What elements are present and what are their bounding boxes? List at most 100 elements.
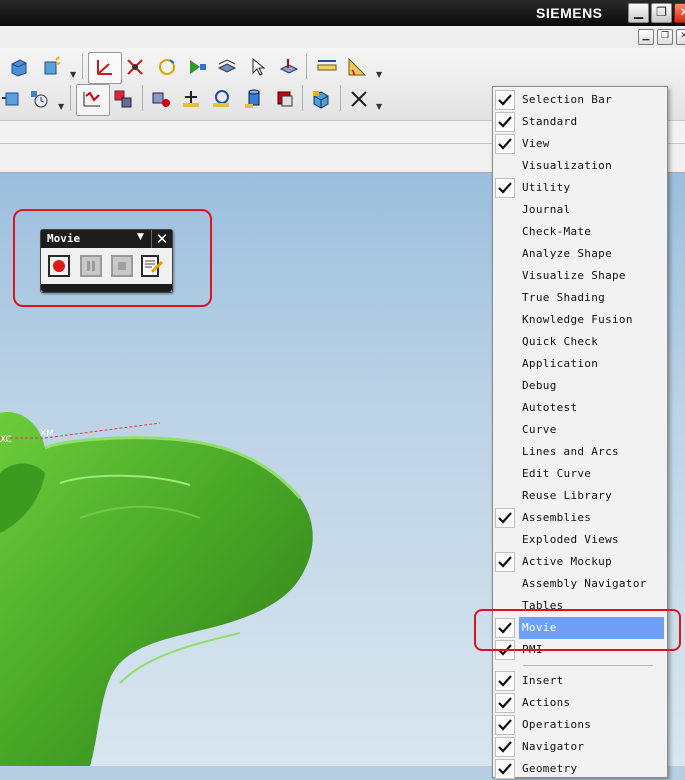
minimize-button[interactable]: ▁ bbox=[628, 3, 649, 23]
measure-distance-icon[interactable] bbox=[316, 56, 338, 78]
menu-item-label: Operations bbox=[522, 718, 592, 731]
checkmark-icon[interactable] bbox=[495, 134, 515, 154]
checkmark-icon[interactable] bbox=[495, 737, 515, 757]
checkmark-icon[interactable] bbox=[495, 715, 515, 735]
menu-item-label: Visualize Shape bbox=[522, 269, 626, 282]
checkmark-icon[interactable] bbox=[495, 759, 515, 779]
add-point-icon[interactable] bbox=[180, 88, 202, 110]
menu-item-visualization[interactable]: Visualization bbox=[493, 155, 665, 177]
menu-item-operations[interactable]: Operations bbox=[493, 714, 665, 736]
doc-restore-button[interactable]: ❐ bbox=[657, 29, 673, 45]
measure-angle-icon[interactable] bbox=[346, 56, 368, 78]
cylinder-icon[interactable] bbox=[242, 88, 264, 110]
title-bar: SIEMENS ▁ ❐ ✕ bbox=[0, 0, 685, 26]
menu-item-label: View bbox=[522, 137, 550, 150]
close-button[interactable]: ✕ bbox=[674, 3, 685, 23]
toolbars-context-menu[interactable]: Selection Bar Standard View Visualization Ut… bbox=[492, 86, 668, 780]
checkmark-icon[interactable] bbox=[495, 508, 515, 528]
menu-item-knowledge-fusion[interactable]: Knowledge Fusion bbox=[493, 309, 665, 331]
menu-item-exploded-views[interactable]: Exploded Views bbox=[493, 529, 665, 551]
menu-item-label: Debug bbox=[522, 379, 557, 392]
extrude-icon[interactable] bbox=[8, 56, 30, 78]
chevron-down-icon[interactable]: ▼ bbox=[376, 102, 382, 111]
menu-item-label: Assembly Navigator bbox=[522, 577, 647, 590]
play-icon[interactable] bbox=[186, 56, 208, 78]
toolbar-separator bbox=[302, 85, 303, 111]
menu-item-quick-check[interactable]: Quick Check bbox=[493, 331, 665, 353]
layer-icon[interactable] bbox=[216, 56, 238, 78]
menu-item-debug[interactable]: Debug bbox=[493, 375, 665, 397]
select-arrow-icon[interactable] bbox=[248, 56, 270, 78]
checkmark-icon[interactable] bbox=[495, 671, 515, 691]
checkmark-icon[interactable] bbox=[495, 693, 515, 713]
checkmark-icon[interactable] bbox=[495, 178, 515, 198]
delete-x-icon[interactable] bbox=[348, 88, 370, 110]
chevron-down-icon[interactable]: ▼ bbox=[58, 102, 64, 111]
menu-item-selection-bar[interactable]: Selection Bar bbox=[493, 89, 665, 111]
rotate-icon[interactable] bbox=[156, 56, 178, 78]
checkmark-icon[interactable] bbox=[495, 552, 515, 572]
menu-item-visualize-shape[interactable]: Visualize Shape bbox=[493, 265, 665, 287]
menu-item-label: Actions bbox=[522, 696, 571, 709]
menu-item-application[interactable]: Application bbox=[493, 353, 665, 375]
menu-item-utility[interactable]: Utility bbox=[493, 177, 665, 199]
menu-item-label: Visualization bbox=[522, 159, 612, 172]
menu-item-label: Lines and Arcs bbox=[522, 445, 619, 458]
csys-icon[interactable] bbox=[124, 56, 146, 78]
show-hide-icon[interactable] bbox=[278, 56, 300, 78]
section-icon[interactable] bbox=[274, 88, 296, 110]
menu-item-assemblies[interactable]: Assemblies bbox=[493, 507, 665, 529]
menu-item-edit-curve[interactable]: Edit Curve bbox=[493, 463, 665, 485]
menu-item-label: Selection Bar bbox=[522, 93, 612, 106]
timer-icon[interactable] bbox=[28, 88, 50, 110]
menu-item-label: Analyze Shape bbox=[522, 247, 612, 260]
cube-icon[interactable] bbox=[310, 88, 332, 110]
doc-close-button[interactable]: ✕ bbox=[676, 29, 685, 45]
menu-item-journal[interactable]: Journal bbox=[493, 199, 665, 221]
menu-item-assembly-navigator[interactable]: Assembly Navigator bbox=[493, 573, 665, 595]
menu-item-label: Journal bbox=[522, 203, 571, 216]
restore-button[interactable]: ❐ bbox=[651, 3, 672, 23]
menu-item-true-shading[interactable]: True Shading bbox=[493, 287, 665, 309]
menu-item-label: Application bbox=[522, 357, 599, 370]
wcs-icon[interactable] bbox=[93, 56, 115, 78]
menu-item-label: Exploded Views bbox=[522, 533, 619, 546]
menu-item-geometry[interactable]: Geometry bbox=[493, 758, 665, 780]
constraints-icon[interactable] bbox=[112, 88, 134, 110]
graph-icon[interactable] bbox=[81, 88, 103, 110]
menu-item-label: Autotest bbox=[522, 401, 578, 414]
menu-item-curve[interactable]: Curve bbox=[493, 419, 665, 441]
menu-item-label: Geometry bbox=[522, 762, 578, 775]
document-controls-bar: ▁ ❐ ✕ bbox=[0, 26, 685, 48]
chevron-down-icon[interactable]: ▼ bbox=[376, 70, 382, 79]
menu-item-label: Utility bbox=[522, 181, 571, 194]
component-icon[interactable] bbox=[150, 88, 172, 110]
menu-item-navigator[interactable]: Navigator bbox=[493, 736, 665, 758]
menu-item-check-mate[interactable]: Check-Mate bbox=[493, 221, 665, 243]
menu-item-label: Assemblies bbox=[522, 511, 592, 524]
menu-item-label: Navigator bbox=[522, 740, 585, 753]
menu-item-label: Active Mockup bbox=[522, 555, 612, 568]
menu-item-label: Standard bbox=[522, 115, 578, 128]
checkmark-icon[interactable] bbox=[495, 112, 515, 132]
menu-item-autotest[interactable]: Autotest bbox=[493, 397, 665, 419]
axis-label-xc: XC bbox=[0, 435, 12, 445]
chevron-down-icon[interactable]: ▼ bbox=[70, 70, 76, 79]
menu-item-label: Quick Check bbox=[522, 335, 599, 348]
menu-item-view[interactable]: View bbox=[493, 133, 665, 155]
menu-item-actions[interactable]: Actions bbox=[493, 692, 665, 714]
menu-item-standard[interactable]: Standard bbox=[493, 111, 665, 133]
menu-item-label: Edit Curve bbox=[522, 467, 592, 480]
menu-item-analyze-shape[interactable]: Analyze Shape bbox=[493, 243, 665, 265]
doc-minimize-button[interactable]: ▁ bbox=[638, 29, 654, 45]
checkmark-icon[interactable] bbox=[495, 90, 515, 110]
feature-icon[interactable] bbox=[40, 56, 62, 78]
menu-item-label: Curve bbox=[522, 423, 557, 436]
menu-item-active-mockup[interactable]: Active Mockup bbox=[493, 551, 665, 573]
assembly-icon[interactable] bbox=[0, 88, 22, 110]
menu-item-lines-and-arcs[interactable]: Lines and Arcs bbox=[493, 441, 665, 463]
menu-item-reuse-library[interactable]: Reuse Library bbox=[493, 485, 665, 507]
menu-item-insert[interactable]: Insert bbox=[493, 670, 665, 692]
circle-tool-icon[interactable] bbox=[210, 88, 232, 110]
toolbar-separator bbox=[340, 85, 341, 111]
